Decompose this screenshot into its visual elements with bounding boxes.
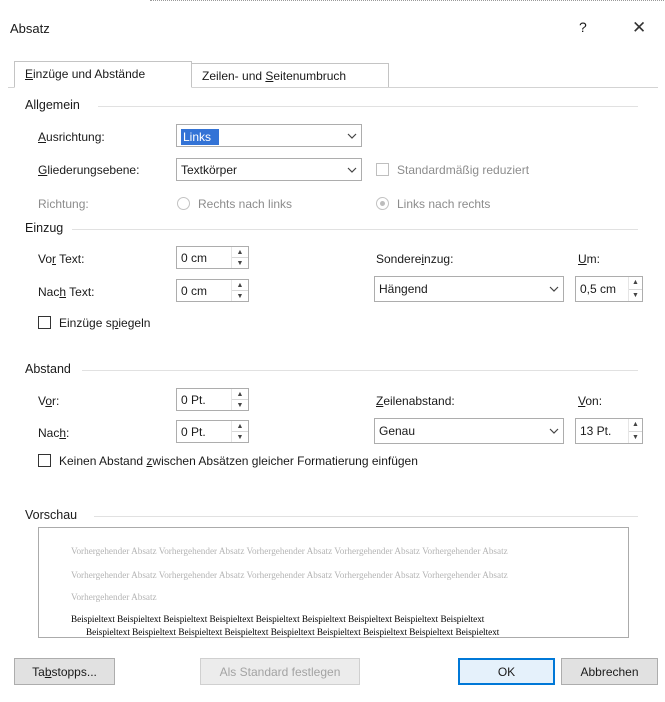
ausrichtung-value: Links: [181, 129, 220, 145]
kein-abstand-label: Keinen Abstand zwischen Absätzen gleiche…: [59, 454, 418, 468]
preview-previous-line: Vorhergehender Absatz Vorhergehender Abs…: [71, 546, 508, 556]
section-abstand-title: Abstand: [25, 362, 71, 376]
kein-abstand-checkbox[interactable]: [38, 454, 51, 467]
zeilenabstand-label: Zeilenabstand:: [376, 394, 455, 408]
einzuege-spiegeln-label: Einzüge spiegeln: [59, 316, 151, 330]
spin-down-icon[interactable]: ▼: [232, 432, 248, 442]
chevron-down-icon: [543, 277, 563, 301]
spin-down-icon[interactable]: ▼: [629, 432, 642, 444]
tab-zeilen-und-seitenumbruch[interactable]: Zeilen- und Seitenumbruch: [191, 63, 389, 87]
spin-up-icon[interactable]: ▲: [232, 247, 248, 258]
abstand-nach-spinner[interactable]: 0 Pt. ▲ ▼: [176, 420, 249, 443]
spin-down-icon[interactable]: ▼: [232, 258, 248, 268]
section-allgemein-line: [98, 106, 638, 107]
spin-down-icon[interactable]: ▼: [232, 291, 248, 301]
nach-label: Nach:: [38, 426, 70, 440]
sondereinzug-select[interactable]: Hängend: [374, 276, 564, 302]
standardmaessig-reduziert-checkbox[interactable]: [376, 163, 389, 176]
als-standard-festlegen-button[interactable]: Als Standard festlegen: [200, 658, 360, 685]
preview-sample-line: Beispieltext Beispieltext Beispieltext B…: [71, 614, 485, 624]
section-vorschau-title: Vorschau: [25, 508, 78, 522]
chevron-down-icon: [341, 125, 361, 146]
tab-einzuege-und-abstaende[interactable]: Einzüge und Abstände: [14, 61, 192, 88]
dialog-title: Absatz: [10, 21, 50, 36]
von-spinner[interactable]: 13 Pt. ▲ ▼: [575, 418, 643, 444]
nach-text-value: 0 cm: [181, 284, 208, 298]
help-button[interactable]: ?: [579, 19, 587, 35]
abstand-vor-value: 0 Pt.: [181, 393, 206, 407]
spin-up-icon[interactable]: ▲: [232, 280, 248, 291]
nach-text-label: Nach Text:: [38, 285, 95, 299]
spin-up-icon[interactable]: ▲: [629, 419, 642, 432]
sondereinzug-label: Sondereinzug:: [376, 252, 454, 266]
rechts-nach-links-label: Rechts nach links: [198, 197, 293, 211]
spin-up-icon[interactable]: ▲: [232, 421, 248, 432]
preview-previous-line: Vorhergehender Absatz Vorhergehender Abs…: [71, 570, 508, 580]
ok-button[interactable]: OK: [458, 658, 555, 685]
abstand-vor-spinner[interactable]: 0 Pt. ▲ ▼: [176, 388, 249, 411]
gliederungsebene-label: Gliederungsebene:: [38, 163, 140, 177]
vor-text-spinner[interactable]: 0 cm ▲ ▼: [176, 246, 249, 269]
section-abstand-line: [82, 370, 638, 371]
gliederungsebene-select[interactable]: Textkörper: [176, 158, 362, 181]
radio-links-nach-rechts[interactable]: [376, 197, 389, 210]
gliederungsebene-value: Textkörper: [181, 163, 238, 177]
ausrichtung-label: Ausrichtung:: [38, 130, 105, 144]
um-label: Um:: [578, 252, 601, 266]
vorschau-preview: Vorhergehender Absatz Vorhergehender Abs…: [38, 527, 629, 638]
zeilenabstand-value: Genau: [379, 424, 416, 438]
chevron-down-icon: [341, 159, 361, 180]
um-spinner[interactable]: 0,5 cm ▲ ▼: [575, 276, 643, 302]
section-einzug-line: [72, 229, 638, 230]
close-button[interactable]: ✕: [632, 18, 646, 38]
spin-up-icon[interactable]: ▲: [629, 277, 642, 290]
vor-label: Vor:: [38, 394, 60, 408]
standardmaessig-reduziert-label: Standardmäßig reduziert: [397, 163, 530, 177]
vor-text-value: 0 cm: [181, 251, 208, 265]
spin-down-icon[interactable]: ▼: [232, 400, 248, 410]
von-label: Von:: [578, 394, 603, 408]
spin-up-icon[interactable]: ▲: [232, 389, 248, 400]
zeilenabstand-select[interactable]: Genau: [374, 418, 564, 444]
top-border: [150, 0, 665, 1]
chevron-down-icon: [543, 419, 563, 443]
abbrechen-button[interactable]: Abbrechen: [561, 658, 658, 685]
links-nach-rechts-label: Links nach rechts: [397, 197, 491, 211]
vor-text-label: Vor Text:: [38, 252, 85, 266]
um-value: 0,5 cm: [580, 282, 617, 296]
spin-down-icon[interactable]: ▼: [629, 290, 642, 302]
einzuege-spiegeln-checkbox[interactable]: [38, 316, 51, 329]
ausrichtung-select[interactable]: Links: [176, 124, 362, 147]
section-einzug-title: Einzug: [25, 221, 64, 235]
radio-rechts-nach-links[interactable]: [177, 197, 190, 210]
preview-previous-line: Vorhergehender Absatz: [71, 592, 157, 602]
sondereinzug-value: Hängend: [379, 282, 428, 296]
tabstopps-button[interactable]: Ta b stopps...: [14, 658, 115, 685]
von-value: 13 Pt.: [580, 424, 612, 438]
abstand-nach-value: 0 Pt.: [181, 425, 206, 439]
nach-text-spinner[interactable]: 0 cm ▲ ▼: [176, 279, 249, 302]
preview-sample-line: Beispieltext Beispieltext Beispieltext B…: [86, 627, 500, 637]
section-vorschau-line: [94, 516, 638, 517]
section-allgemein-title: Allgemein: [25, 98, 80, 112]
richtung-label: Richtung:: [38, 197, 89, 211]
